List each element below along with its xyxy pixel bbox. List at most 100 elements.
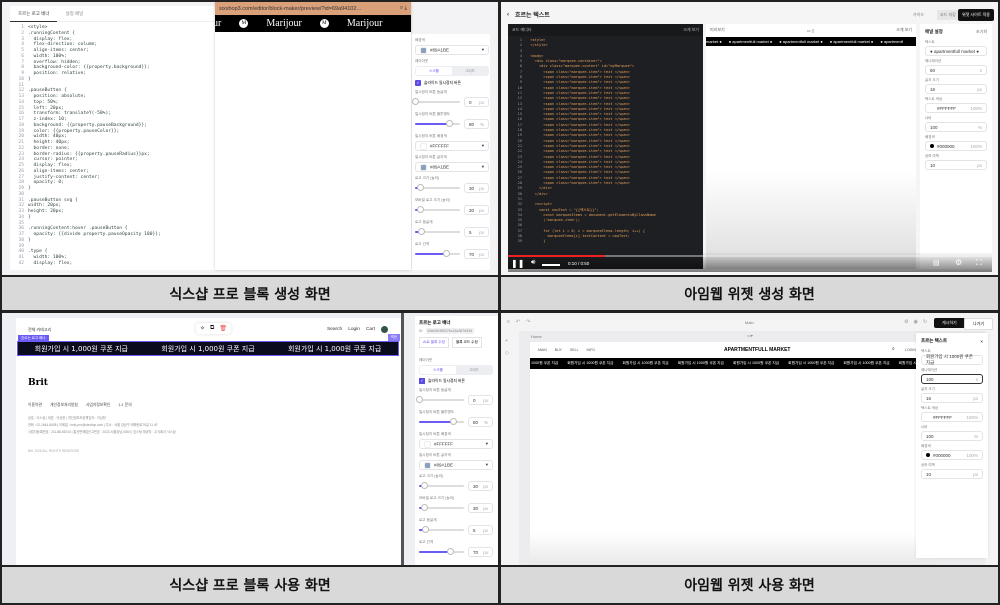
login-link[interactable]: LOGIN	[905, 348, 916, 352]
edit-code-button[interactable]: 블록 코드 수정	[451, 337, 482, 348]
number-input[interactable]: 5 px	[464, 227, 489, 237]
color-select[interactable]: #89A1BE ▾	[419, 460, 493, 470]
subtitles-icon[interactable]: ▤	[933, 259, 940, 267]
category-link[interactable]: 전체 카테고리	[28, 327, 51, 333]
publish-button[interactable]: 게시하기	[934, 318, 965, 328]
number-input[interactable]: 30 px	[468, 481, 493, 491]
field-input[interactable]: 16 px	[925, 84, 987, 94]
color-select[interactable]: #89A1BE ▾	[415, 162, 489, 172]
field-input[interactable]: 60 s	[925, 65, 987, 75]
slider[interactable]	[415, 206, 460, 213]
number-input[interactable]: 0 px	[468, 395, 493, 405]
slider[interactable]	[415, 184, 460, 191]
url-bar[interactable]: sixshop3.com/editor/block-maker/preview/…	[219, 6, 361, 12]
slider[interactable]	[415, 250, 460, 257]
number-input[interactable]: 0 px	[464, 97, 489, 107]
close-icon[interactable]: ×	[980, 339, 983, 344]
layout-option[interactable]: 그리드	[456, 366, 492, 374]
field-input[interactable]: #FFFFFF 100%	[921, 412, 983, 422]
tab-settings-panel[interactable]: 설정 패널	[57, 11, 91, 17]
number-input[interactable]: 5 px	[468, 525, 493, 535]
number-input[interactable]: 80%	[468, 417, 493, 427]
footer-link[interactable]: 이용약관	[28, 403, 42, 408]
field-input[interactable]: 회원가입 시 1000원 쿠폰 지급	[921, 354, 983, 365]
pause-button-checkbox[interactable]: ✓ 슬라이드 일시정지 버튼	[419, 378, 465, 384]
number-input[interactable]: 30 px	[468, 503, 493, 513]
delete-icon[interactable]: 🗑︎	[219, 325, 227, 332]
field-input[interactable]: 10 px	[925, 160, 987, 170]
code-editor[interactable]: 코드 에디터 크게 보기 1 <style> 2 </style> 3 4 <body>…	[508, 24, 703, 269]
page-selector[interactable]: Main	[745, 320, 754, 325]
desktop-view-icon[interactable]: ▭▾	[747, 333, 753, 338]
section-tag[interactable]: 섹션	[387, 334, 400, 341]
number-input[interactable]: 30 px	[464, 205, 489, 215]
menu-icon[interactable]: ≡	[507, 319, 510, 325]
settings-icon[interactable]: ⚙	[904, 319, 908, 325]
search-icon[interactable]: ⌕	[892, 346, 895, 352]
apply-widget-button[interactable]: 위젯 사이트 적용	[958, 9, 994, 21]
scrollbar[interactable]	[401, 313, 404, 566]
field-input[interactable]: 10 px	[921, 469, 983, 479]
field-input[interactable]: ● apartmentfull market ●	[925, 46, 987, 56]
pause-icon[interactable]: ❚❚	[511, 259, 524, 268]
exit-button[interactable]: 나가기	[964, 318, 994, 330]
nav-item[interactable]: MAIN	[538, 348, 547, 352]
slider[interactable]	[415, 228, 460, 235]
field-input[interactable]: #000000 100%	[925, 141, 987, 151]
nav-search[interactable]: Search	[327, 327, 342, 332]
slider[interactable]	[419, 504, 464, 511]
back-icon[interactable]: ‹	[507, 12, 509, 18]
device-toggle-icon[interactable]: ▭ ▯	[807, 28, 814, 33]
tab-logo-banner[interactable]: 흐르는 로고 배너	[10, 6, 58, 22]
code-content[interactable]: 1 <style> 2 </style> 3 4 <body> 5 <div class…	[508, 36, 703, 247]
volume-icon[interactable]: 🔊︎	[531, 259, 535, 267]
slider[interactable]	[412, 98, 460, 105]
refresh-icon[interactable]: ↻	[923, 319, 927, 325]
nav-login[interactable]: Login	[348, 327, 360, 332]
field-input[interactable]: 100%	[925, 122, 987, 132]
field-input[interactable]: 100%	[921, 431, 983, 441]
number-input[interactable]: 30 px	[464, 183, 489, 193]
expand-button[interactable]: 크게 보기	[683, 27, 699, 33]
reset-button[interactable]: 초기화	[976, 29, 987, 35]
footer-link[interactable]: 1:1 문의	[118, 403, 131, 408]
number-input[interactable]: 80%	[464, 119, 489, 129]
guide-link[interactable]: 가이드	[913, 12, 924, 18]
field-input[interactable]: 16 px	[921, 393, 983, 403]
field-input[interactable]: #FFFFFF 100%	[925, 103, 987, 113]
preview-icon[interactable]: ◉	[913, 319, 917, 325]
nav-item[interactable]: BUY	[555, 348, 562, 352]
slider[interactable]	[419, 418, 464, 425]
field-input[interactable]: 100 s	[921, 374, 983, 384]
video-progress[interactable]	[508, 255, 992, 257]
layers-icon[interactable]: ◇	[505, 347, 509, 359]
slider[interactable]	[419, 548, 464, 555]
volume-slider[interactable]	[542, 264, 560, 266]
color-select[interactable]: #FFFFFF ▾	[415, 141, 489, 151]
slider[interactable]	[419, 526, 464, 533]
redo-icon[interactable]: ↷	[526, 319, 530, 325]
layout-option[interactable]: 스크롤	[416, 67, 452, 75]
nav-item[interactable]: SELL	[570, 348, 579, 352]
color-select[interactable]: #FFFFFF ▾	[419, 439, 493, 449]
copy-icon[interactable]: ⧉	[210, 325, 214, 332]
ai-edit-button[interactable]: AI로 블록 수정	[419, 337, 449, 348]
field-input[interactable]: #000000 100%	[921, 450, 983, 460]
save-code-button[interactable]: 코드 저장	[937, 10, 959, 20]
logo-banner-block[interactable]: 회원가입 시 1,000원 쿠폰 지급 회원가입 시 1,000원 쿠폰 지급 회원…	[17, 341, 399, 356]
number-input[interactable]: 70 px	[464, 249, 489, 259]
color-select[interactable]: #89A1BE ▾	[415, 45, 489, 55]
settings-gear-icon[interactable]: ⚙	[955, 258, 962, 267]
layout-toggle[interactable]: 스크롤 그리드	[419, 365, 493, 375]
nav-cart[interactable]: Cart	[366, 327, 375, 332]
slider[interactable]	[416, 396, 464, 403]
slider[interactable]	[419, 482, 464, 489]
pause-button-checkbox[interactable]: ✓ 슬라이드 일시정지 버튼	[415, 80, 461, 86]
code-content[interactable]: 1 <style> 2 .runningContent {3 display: fle…	[10, 22, 215, 270]
marquee-widget[interactable]: 회원가입 시 1000원 쿠폰 지급 회원가입 시 1000원 쿠폰 지급 회원가입…	[530, 358, 935, 369]
add-icon[interactable]: +	[505, 335, 509, 347]
code-editor[interactable]: 흐르는 로고 배너 설정 패널 1 <style> 2 .runningContent…	[10, 6, 215, 270]
video-controls[interactable]: ❚❚ 🔊︎ 0:10 / 0:50 ▤ ⚙ ⛶	[508, 252, 992, 272]
expand-button[interactable]: 크게 보기	[896, 27, 912, 33]
undo-icon[interactable]: ↶	[516, 319, 520, 325]
